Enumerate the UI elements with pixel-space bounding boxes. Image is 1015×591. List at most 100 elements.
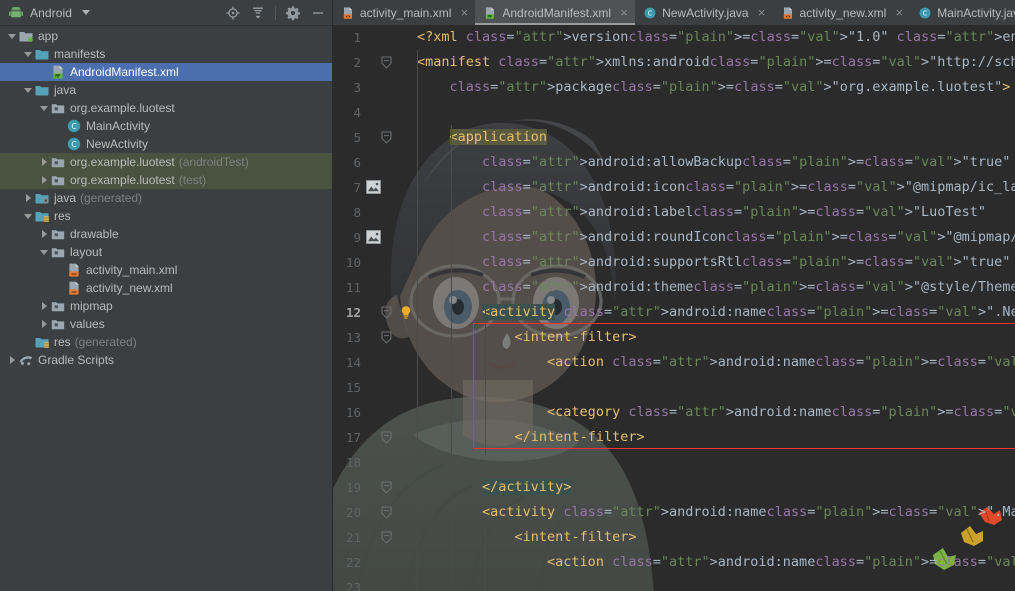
code-line-1[interactable]: <?xml class="attr">versionclass="plain">… [417, 25, 1015, 50]
tree-spacer [55, 139, 66, 150]
layout-file-icon: <> [66, 262, 82, 278]
toolbar-divider [275, 6, 276, 20]
code-line-6[interactable]: class="attr">android:allowBackupclass="p… [417, 150, 1010, 175]
res-folder-icon [34, 334, 50, 350]
tree-item-mipmap[interactable]: mipmap [0, 297, 332, 315]
tree-item-label: values [70, 317, 105, 331]
chevron-right-icon[interactable] [7, 355, 18, 366]
svg-text:<>: <> [71, 289, 77, 295]
editor-tab-bar[interactable]: <>activity_main.xml×MFAndroidManifest.xm… [333, 0, 1015, 25]
editor-tab-label: activity_main.xml [360, 6, 451, 20]
code-line-19[interactable]: </activity> [417, 475, 571, 500]
tree-spacer [55, 283, 66, 294]
code-line-11[interactable]: class="attr">android:themeclass="plain">… [417, 275, 1015, 300]
package-icon [50, 316, 66, 332]
collapse-all-icon[interactable] [250, 5, 266, 21]
tree-item-label: Gradle Scripts [38, 353, 114, 367]
code-line-3[interactable]: class="attr">packageclass="plain">=class… [417, 75, 1010, 100]
tree-item-manifests[interactable]: manifests [0, 45, 332, 63]
tree-spacer [55, 121, 66, 132]
tree-item-label: layout [70, 245, 102, 259]
tree-item-label: drawable [70, 227, 119, 241]
tree-item-res[interactable]: res(generated) [0, 333, 332, 351]
chevron-right-icon[interactable] [39, 175, 50, 186]
code-line-8[interactable]: class="attr">android:labelclass="plain">… [417, 200, 986, 225]
indent-guide [451, 125, 452, 585]
svg-text:C: C [71, 122, 76, 131]
editor-tab-activity-new-xml[interactable]: <>activity_new.xml× [773, 0, 911, 25]
indent-guide [417, 50, 418, 591]
code-editor[interactable]: 1234567891011121314151617181920212223242… [333, 25, 1015, 591]
gear-icon[interactable] [285, 5, 301, 21]
close-icon[interactable]: × [894, 6, 904, 19]
tree-item-org-example-luotest[interactable]: org.example.luotest [0, 99, 332, 117]
layout-file-icon: <> [66, 280, 82, 296]
java-class-icon: C [66, 118, 82, 134]
code-line-10[interactable]: class="attr">android:supportsRtlclass="p… [417, 250, 1010, 275]
code-line-5[interactable]: <application [417, 125, 547, 150]
tree-item-label: java [54, 191, 76, 205]
tree-item-activity-main-xml[interactable]: <> activity_main.xml [0, 261, 332, 279]
chevron-right-icon[interactable] [23, 193, 34, 204]
chevron-right-icon[interactable] [39, 301, 50, 312]
editor-tab-activity-main-xml[interactable]: <> activity_main.xml × [333, 0, 475, 25]
tree-item-org-example-luotest[interactable]: org.example.luotest(test) [0, 171, 332, 189]
code-line-16[interactable]: <category class="attr">android:nameclass… [417, 400, 1015, 425]
chevron-down-icon[interactable] [39, 103, 50, 114]
tree-item-values[interactable]: values [0, 315, 332, 333]
svg-text:<>: <> [785, 13, 790, 18]
android-studio-window: Android [0, 0, 1015, 591]
code-line-12[interactable]: <activity class="attr">android:nameclass… [417, 300, 1015, 325]
chevron-down-icon[interactable] [23, 49, 34, 60]
tree-item-label: AndroidManifest.xml [70, 65, 179, 79]
chevron-down-icon[interactable] [39, 247, 50, 258]
editor-tab-newactivity-java[interactable]: CNewActivity.java× [635, 0, 772, 25]
code-line-22[interactable]: <action class="attr">android:nameclass="… [417, 550, 1015, 575]
close-icon[interactable]: × [619, 6, 629, 19]
indent-guide [485, 300, 486, 455]
tree-spacer [39, 67, 50, 78]
editor-tab-mainactivity-java[interactable]: CMainActivity.java [910, 0, 1015, 25]
tree-item-activity-new-xml[interactable]: <> activity_new.xml [0, 279, 332, 297]
svg-text:<>: <> [346, 13, 351, 18]
project-panel-title: Android [30, 6, 72, 20]
tree-item-res[interactable]: res [0, 207, 332, 225]
code-line-2[interactable]: <manifest class="attr">xmlns:androidclas… [417, 50, 1015, 75]
chevron-right-icon[interactable] [39, 229, 50, 240]
chevron-right-icon[interactable] [39, 157, 50, 168]
chevron-down-icon[interactable] [23, 211, 34, 222]
close-icon[interactable]: × [757, 6, 767, 19]
tree-item-layout[interactable]: layout [0, 243, 332, 261]
editor-tab-androidmanifest-xml[interactable]: MFAndroidManifest.xml× [475, 0, 635, 25]
manifest-file-icon: MF [483, 6, 497, 20]
code-line-20[interactable]: <activity class="attr">android:nameclass… [417, 500, 1015, 525]
chevron-right-icon[interactable] [39, 319, 50, 330]
svg-text:MF: MF [488, 14, 492, 18]
chevron-down-icon[interactable] [7, 31, 18, 42]
minimize-icon[interactable] [310, 5, 326, 21]
tree-item-gradle-scripts[interactable]: Gradle Scripts [0, 351, 332, 369]
chevron-down-icon[interactable] [23, 85, 34, 96]
tree-item-label: activity_main.xml [86, 263, 177, 277]
close-icon[interactable]: × [459, 6, 469, 19]
tree-item-app[interactable]: app [0, 27, 332, 45]
tree-item-newactivity[interactable]: CNewActivity [0, 135, 332, 153]
tree-item-drawable[interactable]: drawable [0, 225, 332, 243]
tree-item-mainactivity[interactable]: CMainActivity [0, 117, 332, 135]
code-content[interactable]: <?xml class="attr">versionclass="plain">… [333, 25, 1015, 591]
tree-item-label: java [54, 83, 76, 97]
tree-item-java[interactable]: java(generated) [0, 189, 332, 207]
code-line-21[interactable]: <intent-filter> [417, 525, 636, 550]
code-line-13[interactable]: <intent-filter> [417, 325, 636, 350]
locate-icon[interactable] [225, 5, 241, 21]
tree-item-label: activity_new.xml [86, 281, 173, 295]
project-tree[interactable]: appmanifestsMFAndroidManifest.xml java org… [0, 26, 332, 591]
tree-item-androidmanifest-xml[interactable]: MFAndroidManifest.xml [0, 63, 332, 81]
code-line-14[interactable]: <action class="attr">android:nameclass="… [417, 350, 1015, 375]
code-line-7[interactable]: class="attr">android:iconclass="plain">=… [417, 175, 1015, 200]
code-line-9[interactable]: class="attr">android:roundIconclass="pla… [417, 225, 1015, 250]
svg-text:C: C [648, 9, 653, 17]
tree-item-org-example-luotest[interactable]: org.example.luotest(androidTest) [0, 153, 332, 171]
project-view-selector[interactable]: Android [8, 5, 90, 21]
tree-item-java[interactable]: java [0, 81, 332, 99]
